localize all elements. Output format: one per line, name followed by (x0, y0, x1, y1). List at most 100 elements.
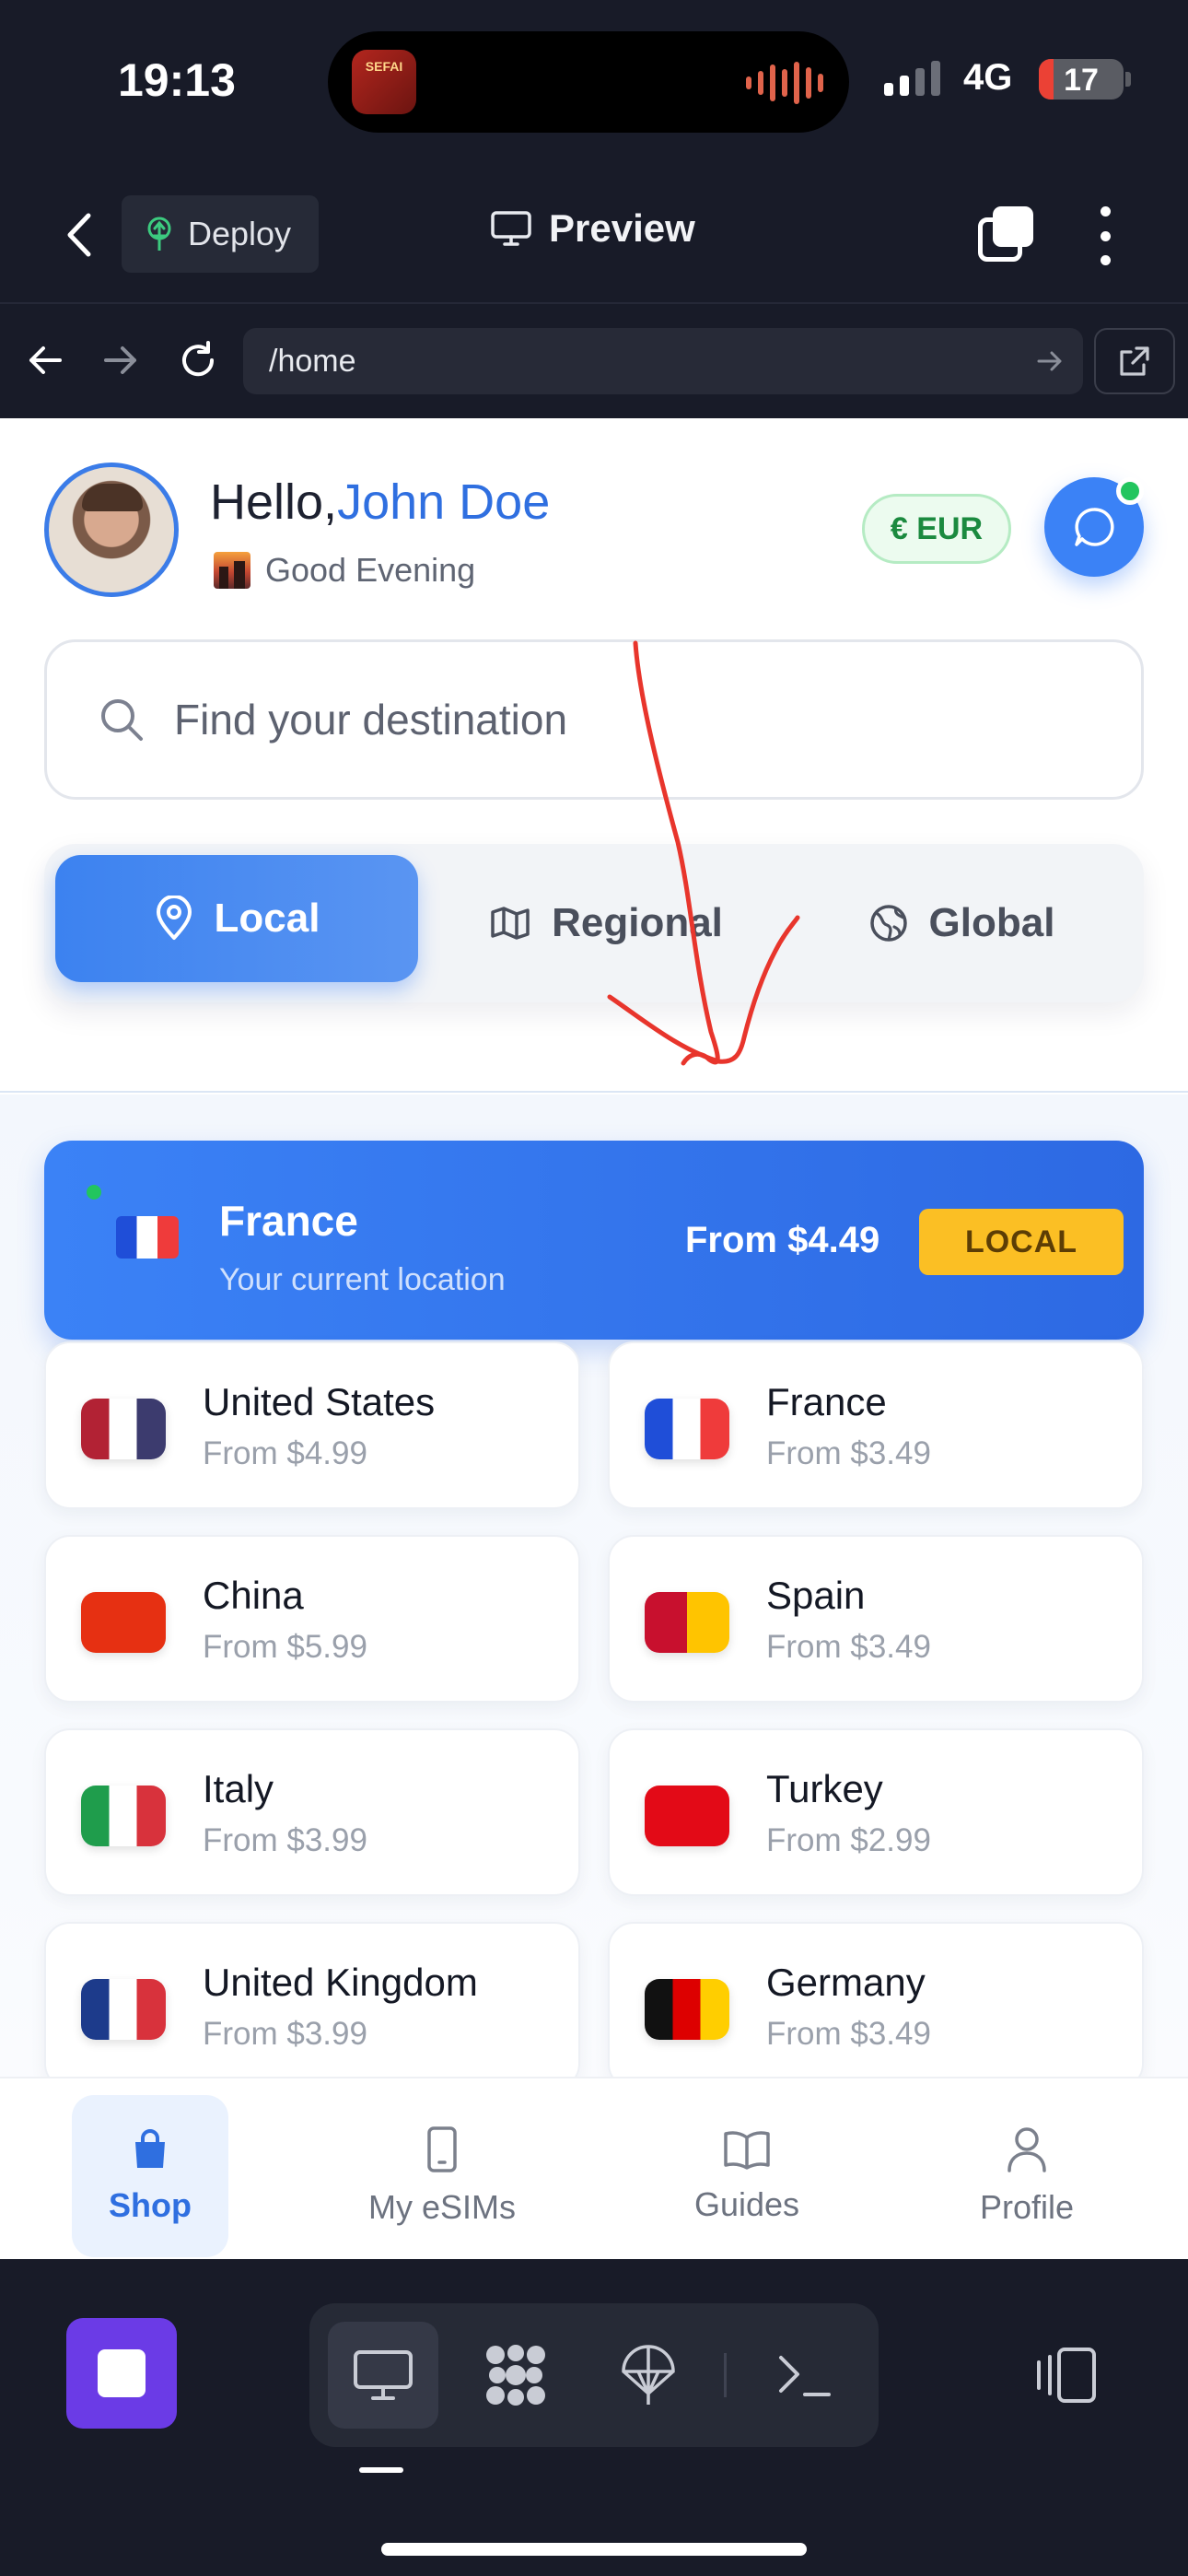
open-external-button[interactable] (1094, 328, 1175, 394)
country-price: From $3.99 (203, 1822, 367, 1858)
country-card-china[interactable]: China From $5.99 (44, 1535, 580, 1703)
deploy-button[interactable]: Deploy (122, 195, 319, 273)
terminal-tool-button[interactable] (750, 2322, 860, 2429)
flag-spain-icon (645, 1592, 729, 1653)
country-name: China (203, 1574, 304, 1617)
deploy-icon (147, 217, 171, 251)
current-location-subtitle: Your current location (219, 1262, 506, 1297)
terminal-icon (779, 2356, 831, 2396)
country-card-united-kingdom[interactable]: United Kingdom From $3.99 (44, 1922, 580, 2090)
status-bar: 19:13 SEFAI 4G 17 (0, 0, 1188, 166)
battery-cap (1125, 72, 1131, 87)
dynamic-island[interactable]: SEFAI (328, 31, 849, 133)
nav-my-esims[interactable]: My eSIMs (348, 2095, 536, 2257)
preview-label: Preview (549, 206, 695, 250)
country-card-france[interactable]: France From $3.49 (608, 1341, 1144, 1509)
country-name: Turkey (766, 1767, 883, 1810)
search-icon (101, 699, 143, 741)
country-card-turkey[interactable]: Turkey From $2.99 (608, 1728, 1144, 1896)
grid-blob-icon (486, 2345, 545, 2406)
device-toggle-button[interactable] (1028, 2336, 1105, 2414)
tabs-icon-front (993, 206, 1033, 247)
preview-title: Preview (490, 206, 695, 251)
flag-turkey-icon (645, 1786, 729, 1846)
country-price: From $3.49 (766, 2016, 931, 2052)
arrow-right-icon (104, 346, 136, 374)
active-tool-indicator (359, 2467, 403, 2473)
current-location-card[interactable]: France Your current location From $4.49 … (44, 1141, 1144, 1340)
tabs-button[interactable] (978, 206, 1037, 265)
country-price: From $3.49 (766, 1629, 931, 1665)
flag-france-icon (645, 1399, 729, 1459)
country-name: Germany (766, 1961, 926, 2004)
parachute-icon (622, 2345, 675, 2405)
book-icon (724, 2131, 770, 2170)
tab-local[interactable]: Local (55, 855, 418, 982)
arrow-left-icon (29, 346, 62, 374)
apps-tool-button[interactable] (460, 2322, 571, 2429)
currency-selector[interactable]: € EUR (862, 494, 1011, 564)
nav-shop[interactable]: Shop (72, 2095, 228, 2257)
country-name: United Kingdom (203, 1961, 478, 2004)
search-input[interactable] (174, 695, 1003, 744)
signal-strength-icon (884, 61, 940, 96)
browser-forward-button[interactable] (92, 332, 149, 389)
stop-icon (98, 2349, 146, 2397)
current-location-price: From $4.49 (685, 1220, 880, 1260)
user-icon (1007, 2127, 1046, 2172)
tab-regional[interactable]: Regional (449, 844, 763, 1002)
country-name: France (766, 1380, 887, 1423)
reload-icon (182, 341, 215, 377)
more-dot-icon (1100, 230, 1111, 241)
more-dot-icon (1100, 206, 1111, 217)
chevron-left-icon (67, 213, 91, 257)
tab-global[interactable]: Global (814, 844, 1109, 1002)
tab-regional-label: Regional (552, 900, 723, 945)
globe-icon (869, 905, 907, 942)
nav-profile[interactable]: Profile (958, 2095, 1096, 2257)
country-price: From $3.99 (203, 2016, 367, 2052)
home-indicator[interactable] (381, 2543, 807, 2556)
country-card-spain[interactable]: Spain From $3.49 (608, 1535, 1144, 1703)
nav-profile-label: Profile (979, 2188, 1075, 2226)
external-link-icon (1120, 346, 1149, 376)
nav-guides[interactable]: Guides (678, 2095, 816, 2257)
online-status-dot (1116, 477, 1144, 505)
live-location-dot (87, 1185, 101, 1200)
app-viewport: Hello,John Doe Good Evening € EUR Local … (0, 418, 1188, 2259)
country-card-united-states[interactable]: United States From $4.99 (44, 1341, 580, 1509)
sub-greeting-text: Good Evening (265, 551, 476, 589)
greeting-prefix: Hello, (210, 474, 338, 530)
sub-greeting: Good Evening (214, 551, 475, 590)
deploy-tool-button[interactable] (593, 2322, 704, 2429)
country-card-italy[interactable]: Italy From $3.99 (44, 1728, 580, 1896)
stop-button[interactable] (66, 2318, 177, 2429)
country-card-germany[interactable]: Germany From $3.49 (608, 1922, 1144, 2090)
map-icon (491, 907, 530, 940)
deploy-label: Deploy (188, 215, 292, 252)
nav-my-esims-label: My eSIMs (367, 2188, 516, 2226)
search-box[interactable] (44, 639, 1144, 800)
url-field[interactable]: /home (243, 328, 1083, 394)
nav-shop-label: Shop (109, 2186, 192, 2224)
more-dot-icon (1100, 255, 1111, 265)
preview-tool-button[interactable] (328, 2322, 438, 2429)
browser-back-button[interactable] (17, 332, 74, 389)
dock-tools (309, 2303, 879, 2447)
battery-level: 17 (1064, 63, 1099, 98)
browser-bar: /home (0, 304, 1188, 418)
country-price: From $5.99 (203, 1629, 367, 1665)
go-arrow-icon[interactable] (1033, 345, 1066, 378)
monitor-icon (491, 211, 531, 246)
greeting: Hello,John Doe (210, 474, 550, 531)
app-toolbar: Deploy Preview (0, 166, 1188, 304)
now-playing-app-icon: SEFAI (352, 50, 416, 114)
device-rotate-icon (1037, 2348, 1096, 2403)
reload-button[interactable] (169, 332, 227, 389)
avatar[interactable] (44, 463, 179, 597)
more-options-button[interactable] (1090, 206, 1120, 265)
back-button[interactable] (50, 206, 107, 263)
bottom-navigation: Shop My eSIMs Guides Profile (0, 2077, 1188, 2259)
country-name: United States (203, 1380, 436, 1423)
audio-waveform-icon (746, 61, 823, 105)
